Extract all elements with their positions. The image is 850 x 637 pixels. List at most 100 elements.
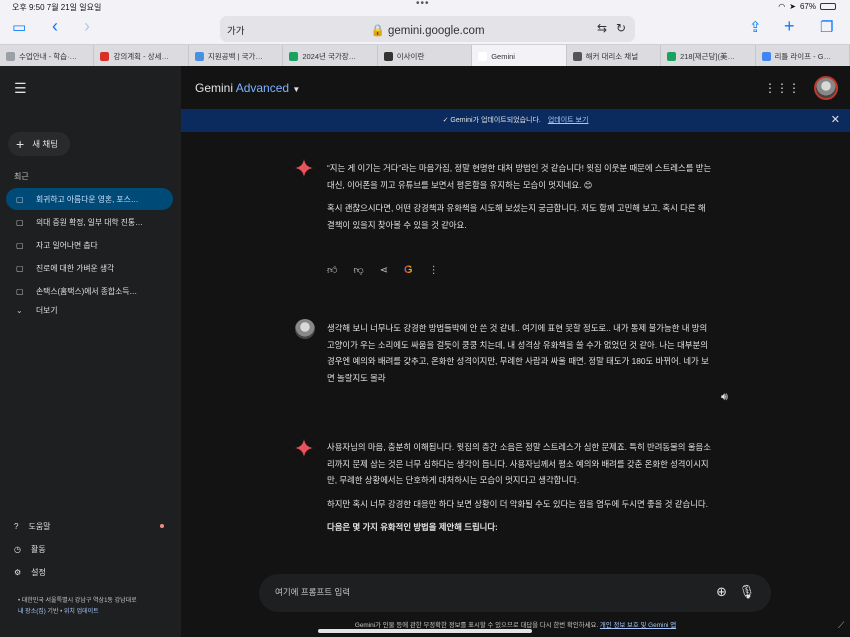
user-message: 생각해 보니 너무나도 강경한 방법들박에 안 쓴 것 같네.. 여기에 표현 … [327,320,712,393]
close-icon[interactable]: ✕ [831,109,840,132]
chat-bubble-icon: ▢ [16,286,24,296]
model-selector[interactable]: Gemini Advanced ▼ [195,81,300,95]
resize-handle-icon[interactable]: ⟋ [838,620,844,631]
home-indicator[interactable] [318,629,532,633]
add-image-icon[interactable]: ⊕ [716,584,727,600]
tabs-overview-icon[interactable]: ❐ [820,18,833,38]
browser-tab[interactable]: 강의계획 - 상세… [94,45,189,67]
translate-icon[interactable]: ⇆ [597,21,607,35]
address-bar[interactable]: 가가 🔒 gemini.google.com ⇆ ↻ [220,16,635,42]
tab-label: 리틀 라이프 - G… [774,51,832,61]
disclaimer-text: Gemini가 인물 등에 관한 부정확한 정보를 표시할 수 있으므로 대답을… [354,622,599,629]
settings-label: 설정 [31,568,46,577]
browser-tab[interactable]: 이사이란 [378,45,473,67]
sidebar-toggle-icon[interactable]: ▭ [12,18,26,38]
forward-icon[interactable]: › [84,16,90,36]
banner-link[interactable]: 업데이트 보기 [548,117,589,124]
share-icon[interactable]: ⋖ [380,265,388,276]
chevron-down-icon: ⌄ [16,305,23,315]
location-separator: 기반 • [47,609,63,615]
chat-bubble-icon: ▢ [16,194,24,204]
gemini-spark-icon [295,159,313,177]
tab-label: 이사이란 [396,51,425,61]
more-options-icon[interactable]: ⋮ [429,265,439,276]
browser-tab[interactable]: 수업안내 - 학습·… [0,45,95,67]
ios-status-bar: 오후 9:50 7월 21일 일요일 ••• ◠ ➤ 67% [0,0,850,12]
check-circle-icon: ✓ [442,117,449,124]
recent-chat-label: 의대 증원 확정, 일부 대학 진통… [36,217,143,227]
tab-favicon-icon [572,51,582,61]
thumbs-up-icon[interactable]: 👍︎ [327,264,337,276]
account-avatar[interactable] [814,76,838,100]
response-paragraph: 혹시 괜찮으시다면, 어떤 강경책과 유화책을 시도해 보셨는지 궁금합니다. … [327,203,706,230]
tab-favicon-icon [667,51,677,61]
location-source-link[interactable]: 내 장소(집) [18,609,46,615]
tab-favicon-icon [6,51,15,61]
help-icon: ? [14,522,19,531]
help-button[interactable]: ? 도움말 [14,521,51,532]
recent-chat-label: 자고 일어나면 춥다 [36,240,98,250]
prompt-box[interactable]: 여기에 프롬프트 입력 ⊕ 🎙︎ [259,574,771,612]
menu-icon[interactable]: ☰ [14,80,27,97]
update-location-link[interactable]: 위치 업데이트 [64,609,99,615]
recent-chat-item[interactable]: ▢ 진로에 대한 가벼운 생각 [6,257,173,279]
plus-icon: + [16,136,25,152]
google-check-icon[interactable]: G [404,264,413,276]
history-icon: ◷ [14,545,21,554]
tab-label: 수업안내 - 학습·… [19,51,78,61]
gemini-main: Gemini Advanced ▼ ⋮⋮⋮ ✓ Gemini가 업데이트되었습니… [181,66,850,637]
help-label: 도움말 [28,522,51,531]
tab-favicon-icon [194,51,204,61]
response-actions: 👍︎ 👎︎ ⋖ G ⋮ [327,264,439,276]
show-more-label: 더보기 [36,305,58,315]
recent-heading: 최근 [14,172,29,181]
url-text: 🔒 gemini.google.com [370,25,485,37]
new-tab-icon[interactable]: + [784,16,795,36]
multitask-dots[interactable]: ••• [416,0,430,9]
activity-button[interactable]: ◷ 활동 [14,544,46,555]
browser-tab[interactable]: 2024년 국가장… [283,45,378,67]
header-actions: ⋮⋮⋮ [764,76,838,100]
show-more-button[interactable]: ⌄ 더보기 [6,299,173,321]
battery-percent: 67% [799,2,816,11]
microphone-icon[interactable]: 🎙︎ [738,584,755,600]
recent-chat-item[interactable]: ▢ 회귀하고 아름다운 영혼, 포스… [6,188,173,210]
model-response: 사용자님의 마음, 충분히 이해됩니다. 윗집의 층간 소음은 정말 스트레스가… [327,439,712,543]
browser-tab[interactable]: 218[재근당](美… [661,45,756,67]
gemini-sidebar: ☰ + 새 채팅 최근 ▢ 회귀하고 아름다운 영혼, 포스… ▢ 의대 증원 확정,… [0,66,181,637]
lock-icon: 🔒 [370,25,385,37]
chat-bubble-icon: ▢ [16,263,24,273]
share-icon[interactable]: ⇪ [749,18,762,38]
privacy-link[interactable]: 개인 정보 보호 및 Gemini 앱 [600,622,676,629]
location-icon: ➤ [789,2,796,11]
new-chat-button[interactable]: + 새 채팅 [8,132,71,156]
tab-label: 해커 대리소 채널 [585,51,639,61]
thumbs-down-icon[interactable]: 👎︎ [353,264,363,276]
activity-label: 활동 [30,545,46,554]
settings-button[interactable]: ⚙ 설정 [14,567,46,578]
speaker-icon[interactable]: 🔊︎ [721,391,728,404]
chat-bubble-icon: ▢ [16,240,24,250]
brand-name: Gemini [195,81,234,95]
location-text: 대한민국 서울특별시 강남구 역삼1동 강남대로 [21,598,137,604]
browser-tab[interactable]: 해커 대리소 채널 [567,45,662,67]
reload-icon[interactable]: ↻ [616,21,626,35]
recent-chat-item[interactable]: ▢ 자고 일어나면 춥다 [6,234,173,256]
response-paragraph: 사용자님의 마음, 충분히 이해됩니다. 윗집의 층간 소음은 정말 스트레스가… [327,442,711,485]
browser-tab[interactable]: Gemini [472,45,567,67]
recent-chat-item[interactable]: ▢ 의대 증원 확정, 일부 대학 진통… [6,211,173,233]
gemini-spark-icon [295,439,313,457]
chat-bubble-icon: ▢ [16,217,24,227]
browser-tab[interactable]: 리틀 라이프 - G… [756,45,850,67]
google-apps-icon[interactable]: ⋮⋮⋮ [764,81,800,95]
response-paragraph: 하지만 혹시 너무 강경한 대응만 하다 보면 상황이 더 악화될 수도 있다는… [327,498,708,509]
tab-label: 2024년 국가장… [302,51,357,61]
prompt-input[interactable]: 여기에 프롬프트 입력 [275,586,350,598]
tab-favicon-icon [289,51,299,61]
browser-tab[interactable]: 지원공백 | 국가… [189,45,284,67]
notification-dot [160,524,164,528]
back-icon[interactable]: ‹ [52,16,58,36]
recent-chat-label: 손택스(홈택스)에서 종합소득… [36,286,138,296]
brand-tier: Advanced [235,81,290,95]
user-avatar [295,319,315,339]
